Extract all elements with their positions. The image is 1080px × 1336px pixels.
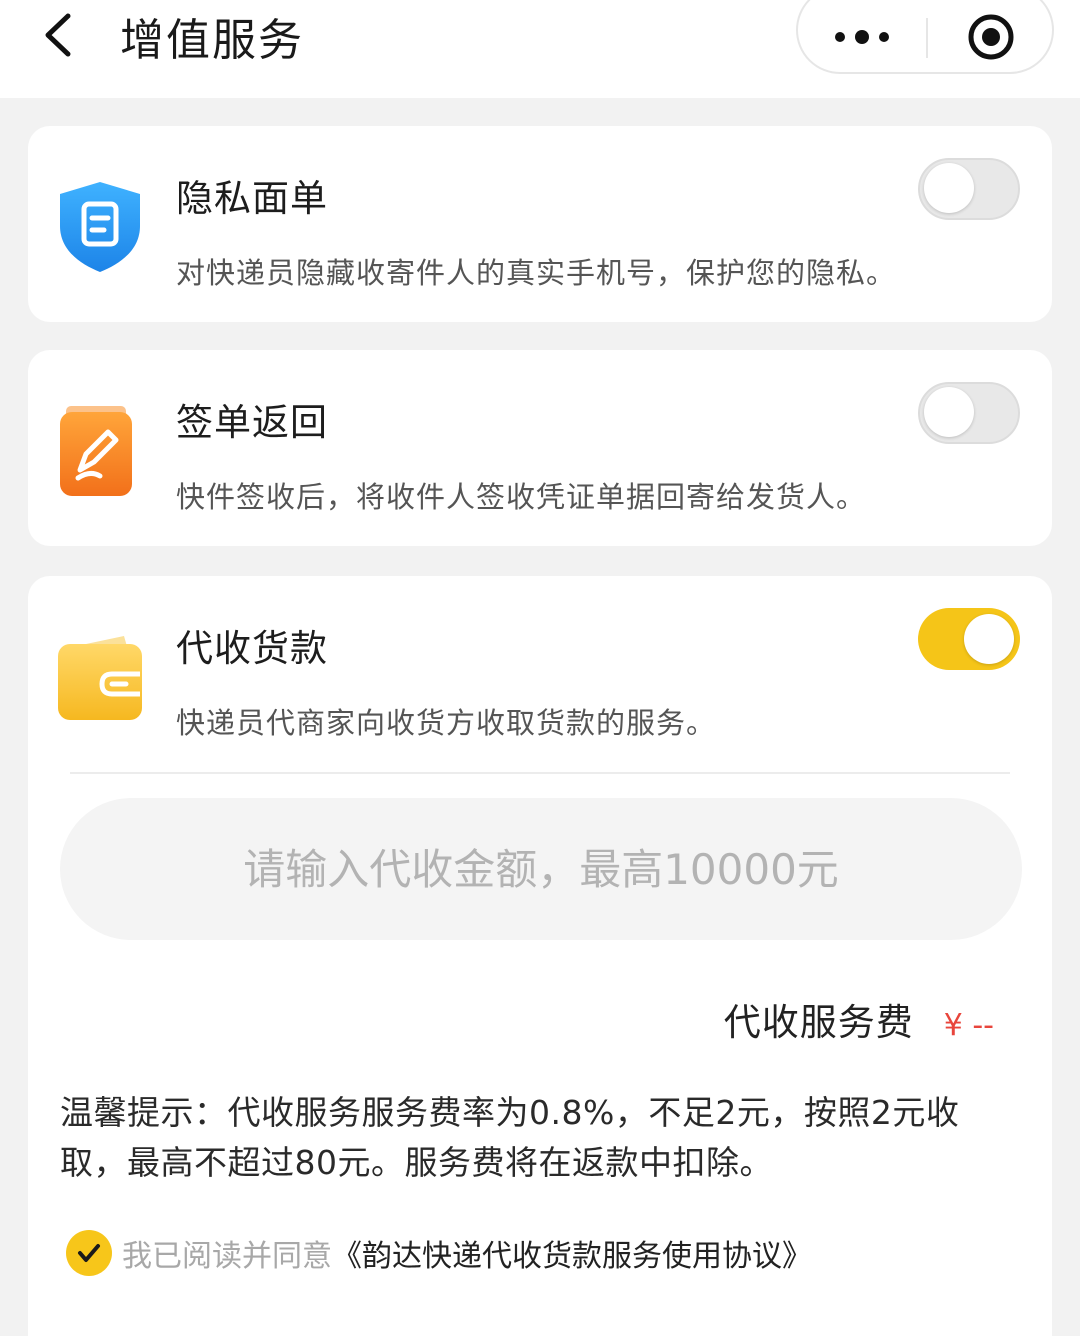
- service-description: 快件签收后，将收件人签收凭证单据回寄给发货人。: [176, 480, 867, 514]
- toggle-knob: [964, 614, 1014, 664]
- signature-pen-icon: [56, 404, 136, 502]
- service-title: 签单返回: [176, 401, 328, 444]
- service-description: 快递员代商家向收货方收取货款的服务。: [176, 706, 717, 740]
- service-card-receipt-return: 签单返回 快件签收后，将收件人签收凭证单据回寄给发货人。: [28, 350, 1052, 546]
- service-title: 隐私面单: [176, 177, 328, 220]
- back-arrow-icon[interactable]: [40, 10, 84, 60]
- wallet-icon: [56, 630, 146, 726]
- more-menu-button[interactable]: [798, 0, 926, 72]
- receipt-return-toggle[interactable]: [918, 382, 1020, 444]
- service-title: 代收货款: [176, 627, 328, 670]
- nav-bar: 增值服务: [0, 0, 1080, 98]
- fee-tip-text: 温馨提示：代收服务服务费率为0.8%，不足2元，按照2元收取，最高不超过80元。…: [60, 1093, 960, 1182]
- more-dots-icon: [835, 30, 889, 44]
- agreement-prefix: 我已阅读并同意: [122, 1239, 332, 1274]
- cash-on-delivery-toggle[interactable]: [918, 608, 1020, 670]
- section-divider: [70, 772, 1010, 774]
- service-fee-value: ¥ --: [943, 1008, 994, 1043]
- shield-icon: [56, 178, 144, 278]
- target-close-icon: [968, 14, 1014, 60]
- close-mini-program-button[interactable]: [928, 0, 1054, 72]
- service-card-cash-on-delivery: 代收货款 快递员代商家向收货方收取货款的服务。 代收服务费 ¥ -- 温馨提示：…: [28, 576, 1052, 1336]
- mini-program-capsule: [796, 0, 1054, 74]
- service-card-privacy: 隐私面单 对快递员隐藏收寄件人的真实手机号，保护您的隐私。: [28, 126, 1052, 322]
- agreement-row: 我已阅读并同意 《韵达快递代收货款服务使用协议》: [66, 1230, 812, 1276]
- cod-amount-input[interactable]: [60, 798, 1022, 940]
- toggle-knob: [924, 387, 974, 437]
- service-fee-label: 代收服务费: [723, 1001, 914, 1044]
- agreement-checkbox[interactable]: [66, 1230, 112, 1276]
- agreement-link[interactable]: 《韵达快递代收货款服务使用协议》: [332, 1231, 812, 1275]
- check-icon: [78, 1244, 100, 1262]
- toggle-knob: [924, 163, 974, 213]
- service-description: 对快递员隐藏收寄件人的真实手机号，保护您的隐私。: [176, 256, 897, 290]
- page-title: 增值服务: [120, 15, 304, 66]
- service-fee-row: 代收服务费 ¥ --: [724, 992, 994, 1046]
- privacy-waybill-toggle[interactable]: [918, 158, 1020, 220]
